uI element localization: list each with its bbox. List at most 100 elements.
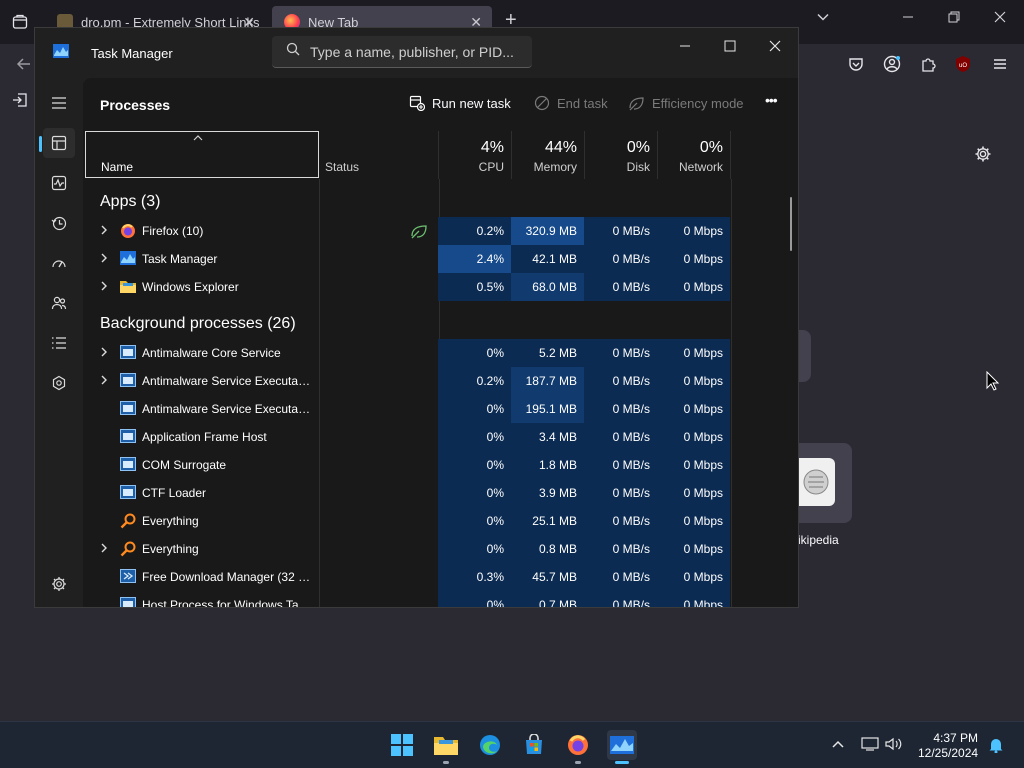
list-all-tabs-chevron-icon[interactable] [816, 10, 830, 29]
app-window-icon [120, 345, 136, 361]
process-row[interactable]: Everything 0% 0.8 MB 0 MB/s 0 Mbps [83, 535, 733, 563]
settings-gear-icon[interactable] [43, 569, 75, 599]
process-row[interactable]: Antimalware Core Service 0% 5.2 MB 0 MB/… [83, 339, 733, 367]
restore-window-icon[interactable] [948, 10, 960, 26]
close-window-icon[interactable] [994, 10, 1006, 26]
end-task-label: End task [557, 95, 608, 111]
startup-apps-nav-icon[interactable] [43, 248, 75, 278]
search-box[interactable] [272, 36, 532, 68]
run-new-task-label: Run new task [432, 95, 511, 111]
notification-bell-icon[interactable] [988, 737, 1004, 758]
app-window-icon [120, 401, 136, 417]
hamburger-menu-icon[interactable] [43, 88, 75, 118]
edge-browser-icon[interactable] [475, 730, 505, 760]
ublock-origin-icon[interactable]: uO [953, 54, 973, 74]
disk-cell: 0 MB/s [584, 395, 657, 423]
process-row-task-manager[interactable]: Task Manager 2.4% 42.1 MB 0 MB/s 0 Mbps [83, 245, 733, 273]
process-row[interactable]: Application Frame Host 0% 3.4 MB 0 MB/s … [83, 423, 733, 451]
process-row[interactable]: Everything 0% 25.1 MB 0 MB/s 0 Mbps [83, 507, 733, 535]
show-hidden-icons-chevron-icon[interactable] [831, 737, 845, 755]
column-header-cpu[interactable]: 4% CPU [439, 131, 512, 179]
network-icon[interactable] [861, 737, 879, 756]
group-header-apps: Apps (3) [100, 193, 161, 210]
processes-nav-icon[interactable] [39, 128, 75, 158]
file-explorer-icon[interactable] [431, 730, 461, 764]
minimize-icon[interactable] [673, 36, 697, 56]
active-indicator [615, 761, 629, 764]
maximize-icon[interactable] [718, 36, 742, 56]
column-header-status[interactable]: Status [319, 131, 439, 179]
efficiency-mode-label: Efficiency mode [652, 95, 744, 111]
memory-cell: 195.1 MB [511, 395, 584, 423]
expand-chevron-icon[interactable] [100, 542, 108, 557]
details-nav-icon[interactable] [43, 328, 75, 358]
memory-total-percent: 44% [544, 139, 577, 156]
more-options-button[interactable]: ••• [765, 92, 778, 108]
microsoft-store-icon[interactable] [519, 730, 549, 760]
extensions-puzzle-icon[interactable] [918, 54, 938, 74]
disk-cell: 0 MB/s [584, 423, 657, 451]
memory-cell: 42.1 MB [511, 245, 584, 273]
run-new-task-button[interactable]: Run new task [409, 95, 511, 111]
vertical-scrollbar-thumb[interactable] [790, 197, 792, 251]
system-clock[interactable]: 4:37 PM 12/25/2024 [918, 731, 978, 761]
memory-cell: 45.7 MB [511, 563, 584, 591]
expand-chevron-icon[interactable] [100, 374, 108, 389]
cpu-cell: 0.5% [438, 273, 511, 301]
firefox-taskbar-icon[interactable] [563, 730, 593, 764]
column-header-label: CPU [478, 160, 504, 174]
expand-chevron-icon[interactable] [100, 280, 108, 295]
volume-icon[interactable] [885, 737, 903, 756]
account-icon[interactable] [882, 54, 902, 74]
services-nav-icon[interactable] [43, 368, 75, 398]
efficiency-mode-button[interactable]: Efficiency mode [628, 95, 744, 111]
pocket-icon[interactable] [846, 54, 866, 74]
process-name: Application Frame Host [142, 430, 267, 444]
minimize-window-icon[interactable] [902, 10, 914, 26]
cpu-cell: 0% [438, 535, 511, 563]
expand-chevron-icon[interactable] [100, 224, 108, 239]
hamburger-menu-icon[interactable] [990, 54, 1010, 74]
end-task-button[interactable]: End task [534, 95, 608, 111]
download-manager-icon [120, 569, 136, 585]
network-cell: 0 Mbps [657, 245, 730, 273]
process-row-windows-explorer[interactable]: Windows Explorer 0.5% 68.0 MB 0 MB/s 0 M… [83, 273, 733, 301]
shortcut-tile[interactable] [797, 330, 811, 382]
firefox-view-icon[interactable] [10, 12, 30, 32]
disk-cell: 0 MB/s [584, 591, 657, 607]
disk-cell: 0 MB/s [584, 367, 657, 395]
memory-cell: 68.0 MB [511, 273, 584, 301]
column-header-memory[interactable]: 44% Memory [512, 131, 585, 179]
memory-cell: 187.7 MB [511, 367, 584, 395]
column-header-label: Status [325, 160, 360, 174]
expand-chevron-icon[interactable] [100, 346, 108, 361]
column-header-network[interactable]: 0% Network [658, 131, 731, 179]
back-arrow-icon[interactable] [14, 54, 34, 74]
start-windows-icon[interactable] [387, 730, 417, 760]
page-title: Processes [100, 97, 171, 113]
expand-chevron-icon[interactable] [100, 252, 108, 267]
process-row[interactable]: Host Process for Windows Tasks 0% 0.7 MB… [83, 591, 733, 607]
search-input[interactable] [310, 43, 520, 60]
cpu-cell: 0% [438, 395, 511, 423]
sign-in-icon[interactable] [10, 90, 30, 110]
disk-cell: 0 MB/s [584, 563, 657, 591]
close-icon[interactable] [763, 36, 787, 56]
process-row[interactable]: CTF Loader 0% 3.9 MB 0 MB/s 0 Mbps [83, 479, 733, 507]
performance-nav-icon[interactable] [43, 168, 75, 198]
users-nav-icon[interactable] [43, 288, 75, 318]
disk-cell: 0 MB/s [584, 339, 657, 367]
command-bar: Processes Run new task End task Efficien… [83, 78, 798, 130]
column-header-name[interactable]: Name [85, 131, 319, 178]
process-name: Antimalware Service Executable... [142, 402, 314, 416]
process-row-firefox[interactable]: Firefox (10) 0.2% 320.9 MB 0 MB/s 0 Mbps [83, 217, 733, 245]
process-row[interactable]: COM Surrogate 0% 1.8 MB 0 MB/s 0 Mbps [83, 451, 733, 479]
process-row[interactable]: Antimalware Service Executable 0.2% 187.… [83, 367, 733, 395]
network-cell: 0 Mbps [657, 591, 730, 607]
column-header-disk[interactable]: 0% Disk [585, 131, 658, 179]
task-manager-taskbar-icon[interactable] [607, 730, 637, 764]
personalize-gear-icon[interactable] [973, 144, 993, 164]
process-row[interactable]: Antimalware Service Executable... 0% 195… [83, 395, 733, 423]
process-row[interactable]: Free Download Manager (32 bit) 0.3% 45.7… [83, 563, 733, 591]
app-history-nav-icon[interactable] [43, 208, 75, 238]
